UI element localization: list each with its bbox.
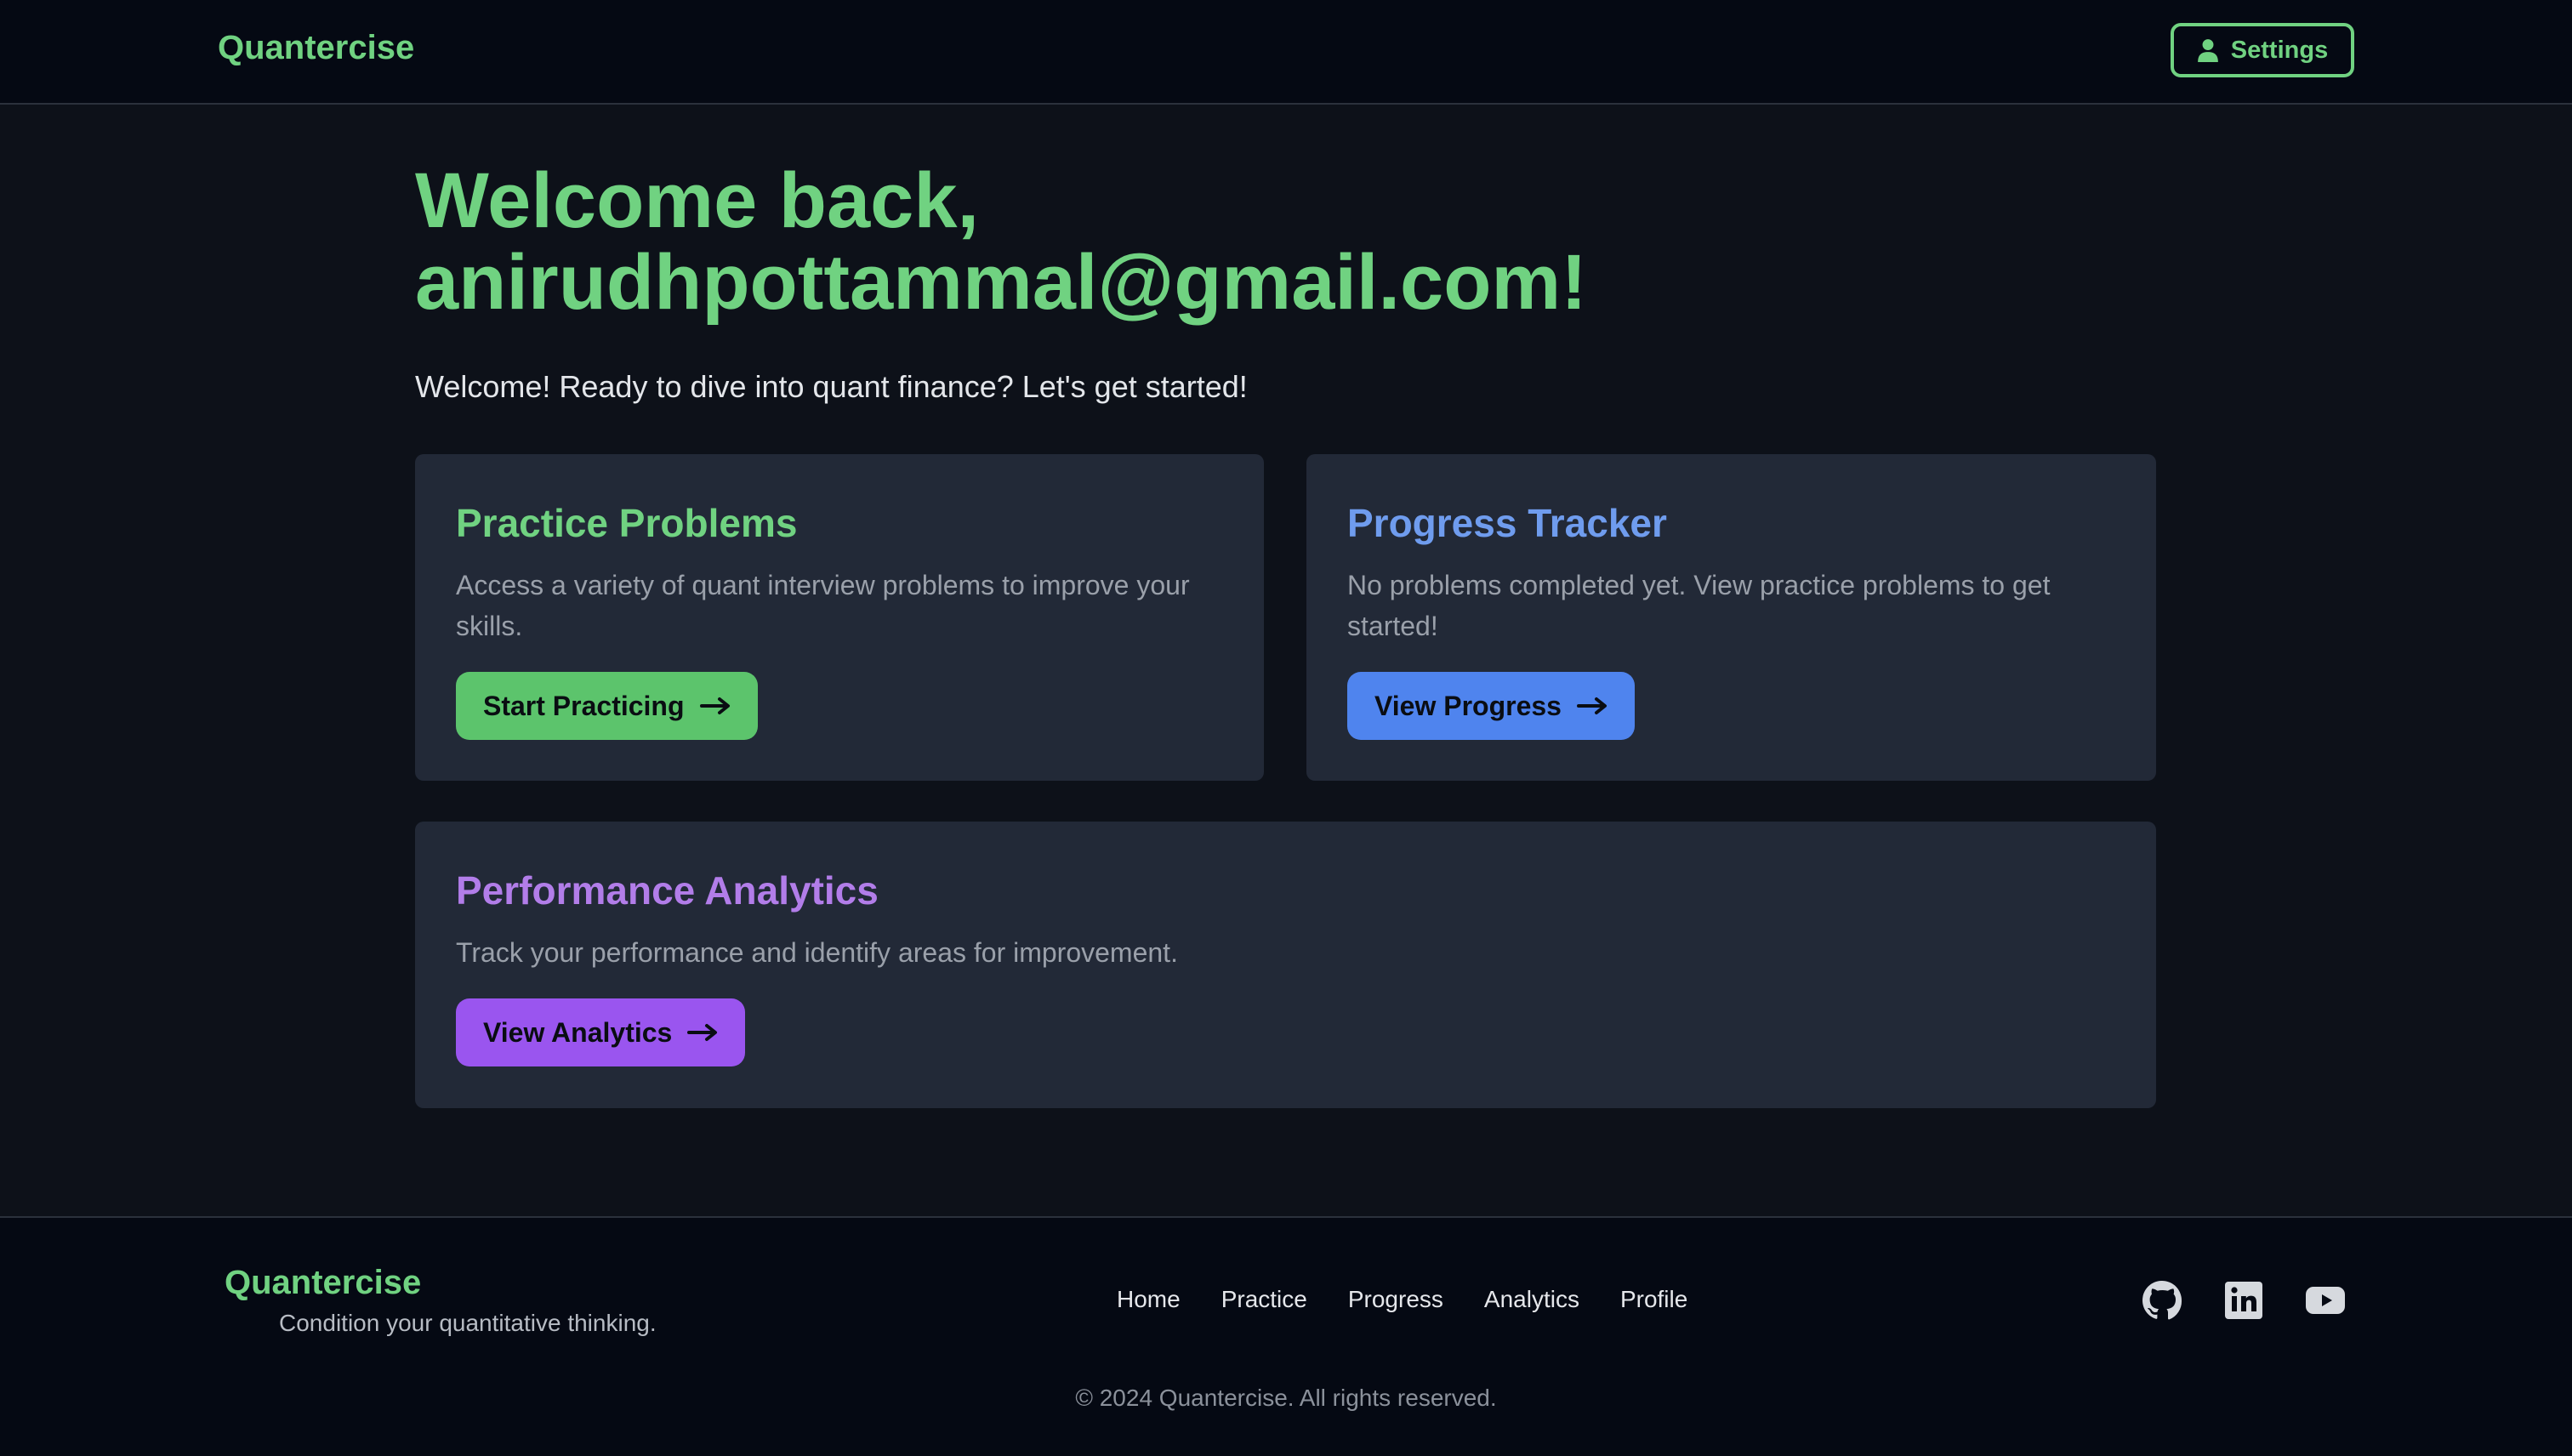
view-progress-button[interactable]: View Progress	[1347, 672, 1635, 740]
welcome-user-email: anirudhpottammal@gmail.com!	[415, 239, 1587, 326]
arrow-right-icon	[687, 1024, 718, 1041]
footer-link-progress[interactable]: Progress	[1348, 1286, 1443, 1313]
social-links	[2142, 1280, 2346, 1321]
main-content: Welcome back, anirudhpottammal@gmail.com…	[415, 160, 2157, 405]
card-title: Progress Tracker	[1347, 501, 1667, 545]
welcome-subtitle: Welcome! Ready to dive into quant financ…	[415, 369, 1248, 404]
welcome-line-1: Welcome back,	[415, 157, 980, 244]
arrow-right-icon	[1576, 697, 1607, 714]
page-footer: Quantercise Condition your quantitative …	[0, 1216, 2572, 1456]
card-title: Performance Analytics	[456, 868, 879, 913]
arrow-right-icon	[699, 697, 730, 714]
copyright-text: © 2024 Quantercise. All rights reserved.	[1075, 1385, 1497, 1411]
settings-label: Settings	[2230, 36, 2329, 64]
performance-analytics-card: Performance Analytics Track your perform…	[415, 822, 2156, 1108]
start-practicing-button[interactable]: Start Practicing	[456, 672, 758, 740]
footer-link-analytics[interactable]: Analytics	[1484, 1286, 1579, 1313]
github-icon[interactable]	[2142, 1280, 2182, 1321]
progress-tracker-card: Progress Tracker No problems completed y…	[1306, 454, 2156, 781]
youtube-icon[interactable]	[2305, 1280, 2346, 1321]
settings-button[interactable]: Settings	[2171, 23, 2354, 77]
card-description: Access a variety of quant interview prob…	[456, 570, 1190, 641]
footer-tagline: Condition your quantitative thinking.	[279, 1310, 657, 1336]
footer-brand: Quantercise	[225, 1264, 422, 1301]
practice-problems-card: Practice Problems Access a variety of qu…	[415, 454, 1264, 781]
linkedin-icon[interactable]	[2223, 1280, 2264, 1321]
footer-link-profile[interactable]: Profile	[1620, 1286, 1687, 1313]
top-header: Quantercise Settings	[0, 0, 2572, 105]
user-icon	[2197, 39, 2218, 62]
view-analytics-button[interactable]: View Analytics	[456, 998, 746, 1066]
card-title: Practice Problems	[456, 501, 798, 545]
button-label: View Progress	[1374, 690, 1562, 721]
welcome-heading: Welcome back, anirudhpottammal@gmail.com…	[415, 160, 2157, 323]
button-label: View Analytics	[483, 1016, 673, 1048]
footer-link-practice[interactable]: Practice	[1221, 1286, 1307, 1313]
footer-link-home[interactable]: Home	[1117, 1286, 1181, 1313]
button-label: Start Practicing	[483, 690, 685, 721]
card-description: Track your performance and identify area…	[456, 937, 1178, 968]
brand-logo[interactable]: Quantercise	[218, 29, 414, 67]
footer-nav: Home Practice Progress Analytics Profile	[1117, 1286, 1687, 1313]
card-description: No problems completed yet. View practice…	[1347, 570, 2051, 641]
